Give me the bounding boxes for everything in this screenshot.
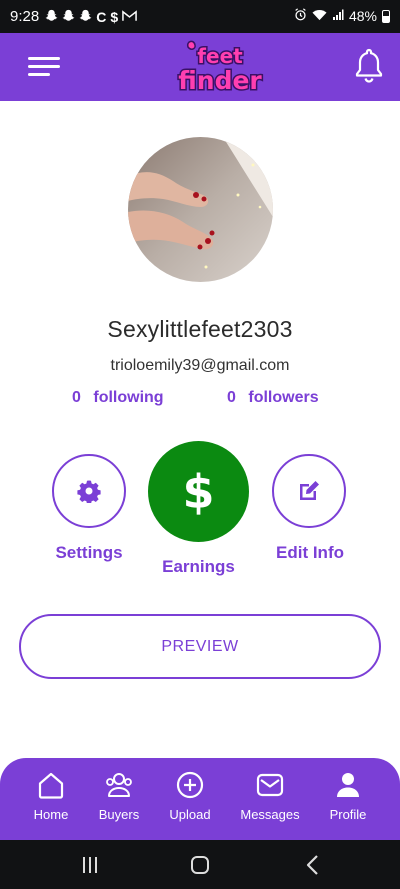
nav-upload-label: Upload [169,807,211,822]
home-system-icon [191,856,209,874]
nav-home[interactable]: Home [13,770,89,822]
nav-messages-label: Messages [240,807,300,822]
followers-count: 0 [227,389,236,406]
feetfinder-logo[interactable]: feet finder [174,39,266,97]
snapchat-icon [79,9,92,24]
preview-button[interactable]: PREVIEW [19,614,381,679]
profile-icon [337,773,359,797]
edit-info-button[interactable] [272,454,346,528]
back-button[interactable] [298,852,328,878]
status-right: 48% [294,8,390,24]
nav-messages[interactable]: Messages [232,770,308,822]
profile-email: trioloemily39@gmail.com [110,357,290,374]
nav-buyers[interactable]: Buyers [81,770,157,822]
battery-icon [382,9,390,23]
settings-button[interactable] [52,454,126,528]
nav-profile[interactable]: Profile [310,770,386,822]
edit-info-label[interactable]: Edit Info [262,543,358,563]
nav-buyers-label: Buyers [98,807,140,822]
followers-stat[interactable]: 0 followers [227,389,319,407]
home-system-button[interactable] [185,852,215,878]
feetfinder-logo-mark: feet finder [177,40,264,97]
gear-icon [77,480,101,503]
status-bar: 9:28 C $ 48% [0,0,400,33]
bottom-navigation: Home Buyers Upload Messages Profile [0,758,400,840]
followers-label: followers [248,389,319,406]
recent-apps-icon [83,857,97,873]
snapchat-icon [62,9,75,24]
following-count: 0 [72,389,81,406]
status-time: 9:28 [10,8,40,25]
messages-icon [256,773,284,797]
cashapp-icon: $ [110,8,119,25]
wifi-icon [312,8,327,24]
following-label: following [93,389,164,406]
nav-profile-label: Profile [329,807,367,822]
earnings-label[interactable]: Earnings [148,557,249,577]
profile-username: Sexylittlefeet2303 [107,316,293,342]
menu-button[interactable] [28,55,60,79]
app-header: feet finder [0,33,400,101]
signal-icon [332,8,344,24]
logo-text-bottom: finder [178,66,262,95]
gmail-icon [122,9,137,24]
system-navigation-bar [0,840,400,889]
nav-home-label: Home [33,807,69,822]
menu-line [28,65,60,68]
notifications-bell-icon[interactable] [354,47,384,83]
buyers-icon [106,773,132,797]
logo-text-top: feet [197,44,243,68]
status-left: 9:28 C $ [10,8,137,25]
edit-icon [300,481,319,500]
logo-foot-mark [186,40,196,50]
upload-icon [176,771,204,799]
settings-label[interactable]: Settings [38,543,140,563]
dollar-icon: $ [182,464,215,519]
back-arrow-icon [306,855,318,875]
menu-line [28,57,60,60]
c-app-icon: C [96,8,107,25]
battery-percent: 48% [348,8,377,24]
profile-avatar[interactable] [128,137,273,282]
snapchat-icon [45,9,58,24]
avatar-photo [128,137,273,282]
earnings-button[interactable]: $ [148,441,249,542]
following-stat[interactable]: 0 following [72,389,164,407]
menu-line [28,73,50,76]
alarm-icon [294,8,307,24]
nav-upload[interactable]: Upload [152,770,228,822]
home-icon [38,772,64,799]
recent-apps-button[interactable] [75,852,105,878]
